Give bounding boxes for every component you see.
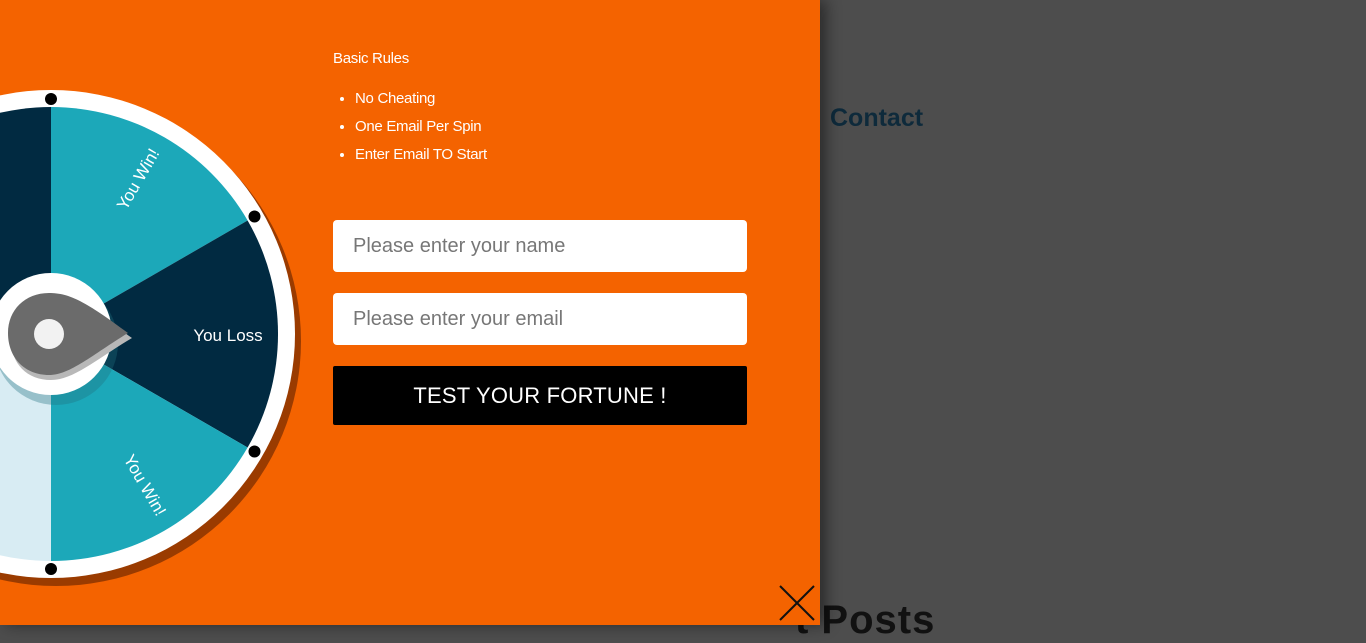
rule-item: One Email Per Spin <box>355 113 487 141</box>
rules-title: Basic Rules <box>333 50 409 67</box>
wheel-peg <box>248 210 261 223</box>
rules-section: Basic Rules No Cheating One Email Per Sp… <box>333 50 487 169</box>
wheel-peg <box>248 445 261 458</box>
rule-item: Enter Email TO Start <box>355 141 487 169</box>
spin-wheel-popup: You Win! You Loss You Win! Basic Rules N… <box>0 0 820 625</box>
test-your-fortune-button[interactable]: TEST YOUR FORTUNE ! <box>333 366 747 425</box>
wheel-peg <box>45 563 57 575</box>
rules-list: No Cheating One Email Per Spin Enter Ema… <box>333 85 487 169</box>
rule-item: No Cheating <box>355 85 487 113</box>
email-input[interactable] <box>333 293 747 345</box>
close-icon[interactable] <box>778 584 816 622</box>
nav-link-contact[interactable]: Contact <box>830 104 923 133</box>
wheel-label-loss: You Loss <box>193 326 262 345</box>
wheel-peg <box>45 93 57 105</box>
name-input[interactable] <box>333 220 747 272</box>
prize-wheel: You Win! You Loss You Win! <box>0 90 301 586</box>
